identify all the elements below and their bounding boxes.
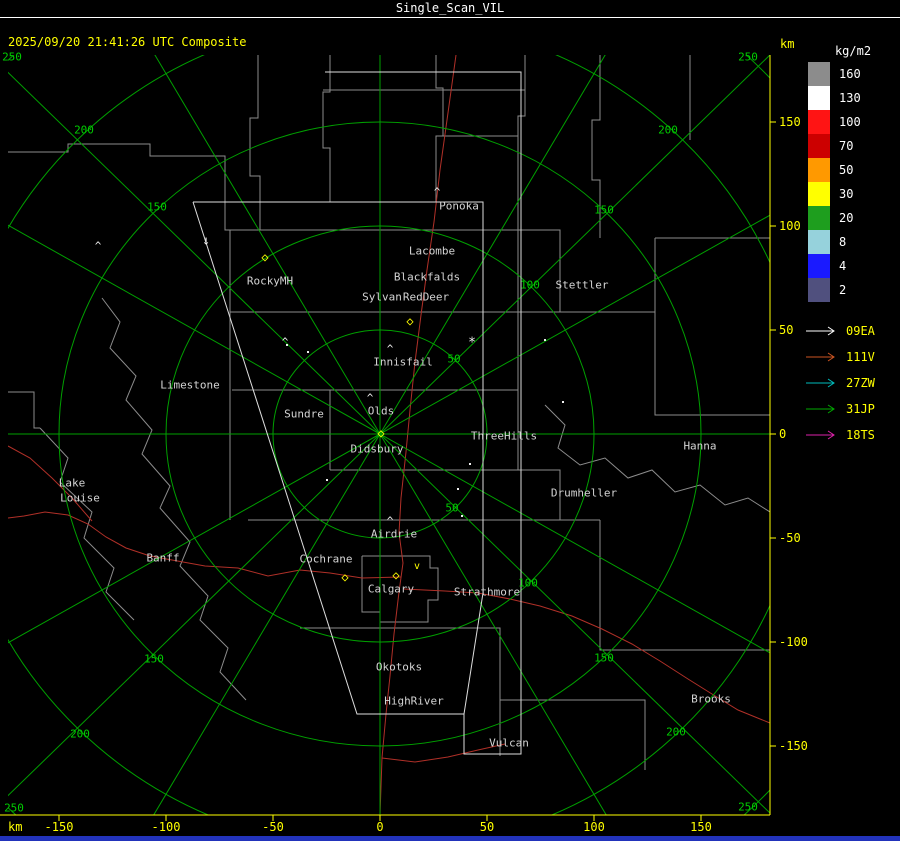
range-ring (8, 55, 770, 815)
county-boundaries-segment (249, 55, 261, 230)
county-boundaries-segment (361, 555, 439, 623)
station-id: 111V (846, 350, 875, 364)
legend-color-scale: 160 130 100 70 50 30 20 8 4 2 (808, 62, 898, 302)
station-legend: 09EA 111V 27ZW 31JP 18TS (804, 318, 898, 448)
legend-entry: 130 (808, 86, 898, 110)
county-boundaries-segment (229, 230, 655, 313)
county-boundaries-segment (599, 520, 770, 651)
legend-value: 50 (839, 163, 854, 177)
legend-entry: 4 (808, 254, 898, 278)
station-entry: 31JP (804, 396, 898, 422)
legend-entry: 160 (808, 62, 898, 86)
station-id: 31JP (846, 402, 875, 416)
range-ring (8, 55, 770, 815)
county-boundaries-segment (517, 312, 561, 520)
legend-entry: 2 (808, 278, 898, 302)
legend-value: 30 (839, 187, 854, 201)
highways-segment (381, 743, 506, 763)
legend-entry: 50 (808, 158, 898, 182)
range-ring-grid (8, 55, 770, 815)
radar-coverage-outline-segment (325, 71, 522, 755)
legend-color-swatch (808, 134, 830, 158)
county-boundaries-segment (300, 627, 501, 756)
station-arrow-icon (806, 378, 835, 388)
county-boundaries-segment (435, 55, 444, 202)
county-boundaries-segment (654, 238, 770, 416)
legend-value: 4 (839, 259, 847, 273)
legend-color-swatch (808, 182, 830, 206)
station-arrow-icon (806, 326, 835, 336)
highways-segment (379, 55, 457, 815)
highways-segment (8, 511, 402, 579)
legend-entry: 8 (808, 230, 898, 254)
station-arrow-icon (806, 430, 835, 440)
legend-color-swatch (808, 254, 830, 278)
legend-color-swatch (808, 230, 830, 254)
legend-value: 100 (839, 115, 861, 129)
legend-color-swatch (808, 86, 830, 110)
county-boundaries-segment (260, 229, 561, 312)
legend-panel: kg/m2 160 130 100 70 50 30 20 8 4 2 09EA 111V 27ZW 3… (806, 44, 898, 448)
legend-value: 160 (839, 67, 861, 81)
legend-entry: 100 (808, 110, 898, 134)
legend-value: 130 (839, 91, 861, 105)
legend-value: 2 (839, 283, 847, 297)
radar-coverage-outline (192, 71, 522, 755)
legend-entry: 70 (808, 134, 898, 158)
county-boundaries-segment (500, 699, 646, 770)
legend-entry: 30 (808, 182, 898, 206)
legend-color-swatch (808, 206, 830, 230)
county-boundaries-segment (322, 55, 331, 202)
highways-segment (403, 588, 770, 724)
station-id: 09EA (846, 324, 875, 338)
county-boundaries-segment (101, 297, 247, 701)
legend-color-swatch (808, 278, 830, 302)
legend-color-swatch (808, 158, 830, 182)
legend-color-swatch (808, 110, 830, 134)
county-boundaries-segment (8, 391, 40, 429)
county-boundaries-segment (591, 55, 601, 238)
county-boundaries-segment (544, 404, 770, 513)
bottom-scrollbar[interactable] (0, 836, 900, 841)
legend-title: kg/m2 (834, 44, 872, 58)
county-boundaries-segment (8, 143, 260, 231)
legend-color-swatch (808, 62, 830, 86)
station-entry: 18TS (804, 422, 898, 448)
highways (8, 55, 770, 815)
station-entry: 111V (804, 344, 898, 370)
legend-value: 20 (839, 211, 854, 225)
station-id: 18TS (846, 428, 875, 442)
station-id: 27ZW (846, 376, 875, 390)
station-entry: 09EA (804, 318, 898, 344)
highways-segment (8, 445, 93, 522)
legend-value: 8 (839, 235, 847, 249)
station-arrow-icon (806, 404, 835, 414)
county-boundaries (8, 55, 770, 770)
station-entry: 27ZW (804, 370, 898, 396)
station-arrow-icon (806, 352, 835, 362)
legend-entry: 20 (808, 206, 898, 230)
legend-value: 70 (839, 139, 854, 153)
radar-map (0, 55, 776, 821)
